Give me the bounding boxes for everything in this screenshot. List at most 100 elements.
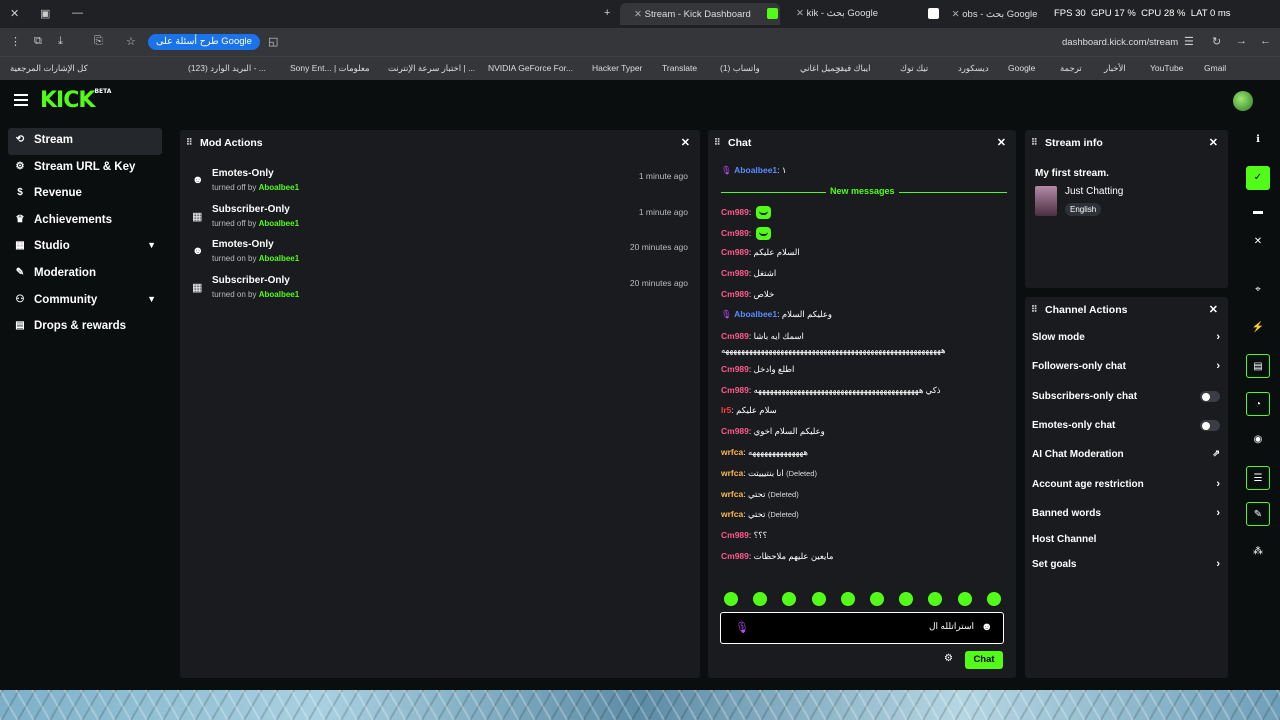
site-settings-icon[interactable]: ☰ bbox=[1184, 35, 1194, 48]
toggle-switch[interactable] bbox=[1200, 420, 1220, 431]
hamburger-menu-icon[interactable] bbox=[14, 94, 28, 106]
address-bar[interactable]: dashboard.kick.com/stream bbox=[1062, 37, 1178, 48]
sidebar-item-moderation[interactable]: ✎ Moderation bbox=[8, 261, 162, 288]
emote-icon[interactable] bbox=[782, 592, 797, 606]
close-icon[interactable]: ✕ bbox=[997, 136, 1006, 149]
bookmark-item[interactable]: ترجمة bbox=[1060, 63, 1082, 74]
emote-icon[interactable] bbox=[724, 592, 738, 606]
sidebar-item-revenue[interactable]: $ Revenue bbox=[8, 181, 162, 208]
bookmark-item[interactable]: تحميل اغاني bbox=[800, 63, 843, 74]
sidebar-item-studio[interactable]: ▦ Studio ▼ bbox=[8, 234, 162, 261]
bookmark-item[interactable]: كل الإشارات المرجعية bbox=[10, 63, 88, 74]
bookmark-item[interactable]: اختبار سرعة الإنترنت | ... bbox=[388, 63, 475, 74]
sidebar-item-community[interactable]: ⚇ Community ▼ bbox=[8, 288, 162, 315]
check-layout-icon[interactable]: ✓ bbox=[1246, 166, 1270, 190]
close-tab-icon[interactable]: ✕ bbox=[634, 9, 642, 20]
minimize-icon[interactable]: — bbox=[72, 7, 83, 19]
people-icon[interactable]: ⁂ bbox=[1246, 540, 1270, 564]
channel-action-ai-chat-moderation[interactable]: AI Chat Moderation ⇗ bbox=[1032, 448, 1220, 469]
chevron-right-icon[interactable]: › bbox=[1216, 558, 1220, 570]
emote-icon[interactable] bbox=[811, 592, 826, 606]
chevron-down-icon[interactable]: ▼ bbox=[147, 294, 156, 304]
emote-icon[interactable] bbox=[870, 592, 884, 606]
wrench-icon[interactable]: ✎ bbox=[1246, 502, 1270, 526]
mod-username[interactable]: Aboalbee1 bbox=[259, 219, 299, 228]
chat-username[interactable]: Cm989 bbox=[721, 530, 749, 540]
mod-username[interactable]: Aboalbee1 bbox=[259, 183, 299, 192]
category-name[interactable]: Just Chatting bbox=[1065, 186, 1123, 197]
close-tab-icon[interactable]: ✕ bbox=[796, 8, 804, 19]
bookmark-item[interactable]: تيك توك bbox=[900, 63, 928, 74]
bolt-icon[interactable]: ⚡ bbox=[1246, 316, 1270, 340]
more-menu-icon[interactable]: ⋮ bbox=[10, 35, 21, 48]
bookmark-item[interactable]: Translate bbox=[662, 63, 697, 73]
emote-icon[interactable] bbox=[840, 592, 855, 606]
share-icon[interactable]: ⎘ bbox=[94, 35, 103, 48]
chat-username[interactable]: Aboalbee1 bbox=[734, 165, 777, 175]
chat-username[interactable]: Cm989 bbox=[721, 228, 749, 238]
tab-menu-icon[interactable]: ▣ bbox=[40, 7, 50, 20]
drag-handle-icon[interactable]: ⠿ bbox=[1031, 137, 1038, 148]
toggle-switch[interactable] bbox=[1200, 391, 1220, 402]
sidebar-item-stream[interactable]: ⟲ Stream bbox=[8, 128, 162, 155]
target-icon[interactable]: ⌖ bbox=[1246, 278, 1270, 302]
tab-kick-dashboard[interactable]: ✕ Stream - Kick Dashboard bbox=[620, 3, 780, 25]
chat-username[interactable]: wrfca bbox=[721, 509, 743, 519]
chat-username[interactable]: Cm989 bbox=[721, 289, 749, 299]
bookmark-item[interactable]: Hacker Typer bbox=[592, 63, 642, 73]
download-icon[interactable]: ⤓ bbox=[58, 35, 63, 48]
chat-settings-gear-icon[interactable]: ⚙ bbox=[944, 653, 953, 664]
kick-logo[interactable]: KICKBETA bbox=[40, 88, 111, 113]
emote-icon[interactable] bbox=[899, 592, 914, 606]
info-icon[interactable]: ℹ bbox=[1246, 128, 1270, 152]
chevron-down-icon[interactable]: ▼ bbox=[147, 240, 156, 250]
tab-google-kik[interactable]: ✕ kik - بحث Google bbox=[782, 3, 922, 25]
document-icon[interactable]: ▤ bbox=[1246, 354, 1270, 378]
channel-action-host-channel[interactable]: Host Channel bbox=[1032, 534, 1220, 554]
new-messages-divider[interactable]: New messages bbox=[721, 186, 1007, 198]
channel-action-banned-words[interactable]: Banned words › bbox=[1032, 507, 1220, 528]
chat-username[interactable]: wrfca bbox=[721, 468, 743, 478]
bookmark-item[interactable]: Gmail bbox=[1204, 63, 1226, 73]
layout-icon[interactable]: ▬ bbox=[1246, 200, 1270, 224]
close-layout-icon[interactable]: ✕ bbox=[1246, 230, 1270, 254]
drag-handle-icon[interactable]: ⠿ bbox=[186, 137, 193, 148]
sidebar-item-achievements[interactable]: ♛ Achievements bbox=[8, 208, 162, 235]
emoji-picker-icon[interactable]: ☻ bbox=[981, 621, 993, 633]
close-icon[interactable]: ✕ bbox=[681, 136, 690, 149]
extensions-icon[interactable]: ⧉ bbox=[34, 35, 42, 48]
chevron-right-icon[interactable]: › bbox=[1216, 478, 1220, 490]
stream-title[interactable]: My first stream. bbox=[1035, 168, 1109, 179]
bookmark-item[interactable]: Google bbox=[1008, 63, 1035, 73]
user-avatar[interactable] bbox=[1233, 91, 1253, 111]
chat-username[interactable]: Cm989 bbox=[721, 247, 749, 257]
sidebar-item-stream-url-key[interactable]: ⚙ Stream URL & Key bbox=[8, 155, 162, 182]
chat-username[interactable]: wrfca bbox=[721, 447, 743, 457]
forward-icon[interactable]: → bbox=[1236, 35, 1247, 47]
emote-icon[interactable] bbox=[957, 592, 972, 606]
list-icon[interactable]: ☰ bbox=[1246, 466, 1270, 490]
channel-action-slow-mode[interactable]: Slow mode › bbox=[1032, 331, 1220, 352]
close-window-icon[interactable]: ✕ bbox=[10, 7, 19, 20]
chat-username[interactable]: Cm989 bbox=[721, 426, 749, 436]
bookmark-item[interactable]: Sony Ent... | معلومات bbox=[290, 63, 370, 74]
close-icon[interactable]: ✕ bbox=[1209, 136, 1218, 149]
external-link-icon[interactable]: ⇗ bbox=[1212, 448, 1220, 459]
reload-icon[interactable]: ↻ bbox=[1212, 35, 1221, 48]
chat-username[interactable]: Cm989 bbox=[721, 331, 749, 341]
chat-input[interactable]: 🎙 استراتلله ال ☻ bbox=[720, 612, 1004, 644]
channel-action-emotes-only-chat[interactable]: Emotes-only chat bbox=[1032, 420, 1220, 440]
chat-username[interactable]: Cm989 bbox=[721, 364, 749, 374]
chat-username[interactable]: Cm989 bbox=[721, 207, 749, 217]
close-icon[interactable]: ✕ bbox=[1209, 303, 1218, 316]
chevron-right-icon[interactable]: › bbox=[1216, 360, 1220, 372]
chevron-right-icon[interactable]: › bbox=[1216, 507, 1220, 519]
bookmark-item[interactable]: ديسكورد bbox=[958, 63, 989, 74]
emote-icon[interactable] bbox=[928, 592, 943, 606]
channel-action-set-goals[interactable]: Set goals › bbox=[1032, 558, 1220, 579]
chat-username[interactable]: wrfca bbox=[721, 489, 743, 499]
channel-action-followers-only-chat[interactable]: Followers-only chat › bbox=[1032, 360, 1220, 381]
chat-bubble-icon[interactable]: ◔ bbox=[1246, 392, 1270, 416]
chat-username[interactable]: Cm989 bbox=[721, 268, 749, 278]
bookmark-item[interactable]: YouTube bbox=[1150, 63, 1183, 73]
